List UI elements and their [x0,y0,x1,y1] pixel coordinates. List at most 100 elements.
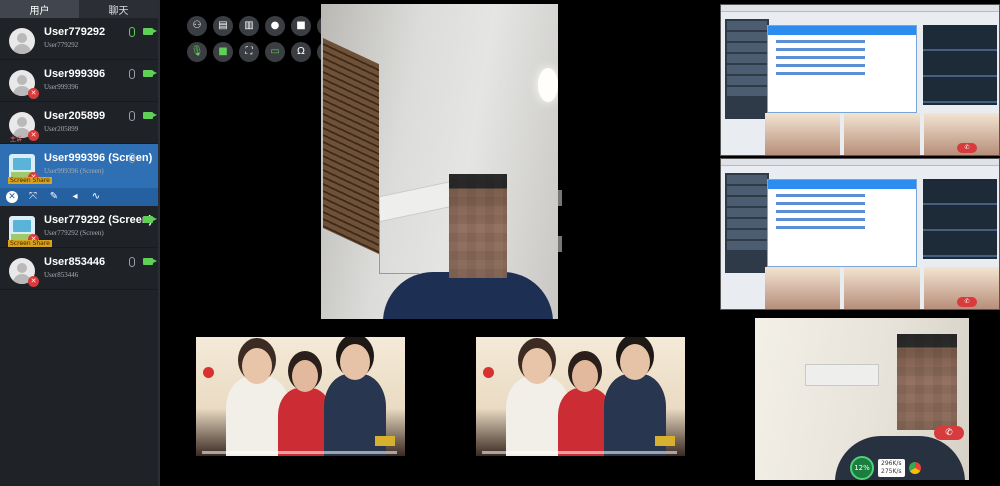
hangup-button[interactable]: ✆ [957,297,977,307]
resize-handle[interactable] [558,190,562,206]
microphone-icon[interactable] [129,27,135,37]
video-clip[interactable] [476,337,685,456]
share-screen-button[interactable]: ▭ [265,42,285,62]
user-subtitle: User779292 (Screen) [44,229,104,237]
users-icon: ⚇ [192,20,202,31]
transfer-rates: 296K/s 275K/s [878,459,905,477]
muted-icon: ✕ [28,276,39,287]
hangup-button[interactable]: ✆ [957,143,977,153]
camera-icon[interactable] [143,112,157,119]
users-button[interactable]: ⚇ [187,16,207,36]
camera-icon[interactable] [143,28,157,35]
user-name: User853446 [44,256,106,268]
signal-icon[interactable]: ∿ [90,191,102,203]
chat-window [767,25,917,113]
right-panel: ✆ ✆ ✆ 12% 296K/s 275K/s [720,0,1000,486]
user-item-selected[interactable]: ✕ User999396 (Screen) User999396 (Screen… [0,144,158,206]
contact-list [725,173,769,273]
main-video-feed[interactable] [321,4,558,319]
clip-badge [375,436,395,446]
fullscreen-button[interactable]: ⛶ [239,42,259,62]
microphone-icon[interactable] [129,257,135,267]
film-button[interactable]: ▥ [239,16,259,36]
main-stage: ⚇ ▤ ▥ ● ■ ▨ ▢ 🎙 ■ ⛶ ▭ Ω ⠿ [160,0,720,486]
user-item[interactable]: ✕ User779292 (Screen) User779292 (Screen… [0,206,158,248]
camera-icon[interactable] [143,70,157,77]
camera-icon[interactable] [143,216,157,223]
fullscreen-icon[interactable]: ⤧ [27,191,39,203]
ceiling-light [538,68,558,102]
screen-share-badge: Screen Share [8,177,52,184]
resize-handle[interactable] [558,236,562,252]
clip-badge [655,436,675,446]
screen-share-feed[interactable]: ✆ [720,4,1000,156]
camera-icon: ■ [218,46,228,57]
thumbnail-stack [923,25,997,105]
browser-icon[interactable] [908,462,921,474]
taskbar [721,159,999,166]
cpu-usage: 12% [850,456,874,480]
user-item[interactable]: ✕ User853446 User853446 [0,248,158,290]
user-subtitle: User205899 [44,125,79,133]
stop-button[interactable]: ■ [291,16,311,36]
conference-app: 用户 聊天 User779292 User779292 ✕ User999396… [0,0,1000,486]
close-icon[interactable]: ✕ [6,191,18,203]
microphone-button[interactable]: 🎙 [187,42,207,62]
user-subtitle: User853446 [44,271,79,279]
edit-icon[interactable]: ✎ [48,191,60,203]
microphone-icon[interactable] [129,69,135,79]
tab-chat[interactable]: 聊天 [79,0,158,18]
subtitle-bar [202,451,397,454]
subtitle-bar [482,451,677,454]
fullscreen-icon: ⛶ [245,46,253,57]
film-icon: ▥ [244,20,254,31]
user-name: User999396 [44,68,106,80]
taskbar [721,5,999,12]
contact-list [725,19,769,119]
headphones-icon: Ω [297,46,305,57]
screen-share-feed[interactable]: ✆ [720,158,1000,310]
user-subtitle: User779292 [44,41,79,49]
pixelated-face [897,334,957,430]
user-name: User779292 [44,26,106,38]
user-name: User999396 (Screen) [44,152,153,164]
record-button[interactable]: ● [265,16,285,36]
microphone-icon[interactable] [129,153,135,163]
user-name: User205899 [44,110,106,122]
user-subtitle: User999396 [44,83,79,91]
user-item[interactable]: User779292 User779292 [0,18,158,60]
user-item[interactable]: ✕ User205899 User205899 主讲 [0,102,158,144]
microphone-icon[interactable] [129,111,135,121]
muted-icon: ✕ [28,88,39,99]
presenter-badge: 主讲 [10,136,23,143]
camera-icon[interactable] [143,258,157,265]
sidebar: 用户 聊天 User779292 User779292 ✕ User999396… [0,0,160,486]
camera-button[interactable]: ■ [213,42,233,62]
user-control-bar: ✕ ⤧ ✎ ◂ ∿ [0,188,158,206]
stop-icon: ■ [296,20,306,31]
channel-logo [483,367,494,378]
channel-logo [203,367,214,378]
muted-icon: ✕ [28,130,39,141]
sidebar-tabs: 用户 聊天 [0,0,158,18]
layout-button[interactable]: ▤ [213,16,233,36]
tab-users[interactable]: 用户 [0,0,79,18]
avatar [9,28,35,54]
headphones-button[interactable]: Ω [291,42,311,62]
user-item[interactable]: ✕ User999396 User999396 [0,60,158,102]
video-clip[interactable] [196,337,405,456]
user-subtitle: User999396 (Screen) [44,167,104,175]
window-blinds [323,38,379,255]
download-rate: 275K/s [881,468,902,475]
monitor-icon: ▭ [270,46,280,57]
user-name: User779292 (Screen) [44,214,153,226]
pixelated-face [449,174,507,278]
record-icon: ● [270,20,280,31]
speaker-icon[interactable]: ◂ [69,191,81,203]
hangup-button[interactable]: ✆ [934,426,964,440]
microphone-icon: 🎙 [190,46,204,57]
thumbnail-stack [923,179,997,259]
cable [379,214,419,274]
layout-icon: ▤ [218,20,228,31]
chat-window [767,179,917,267]
